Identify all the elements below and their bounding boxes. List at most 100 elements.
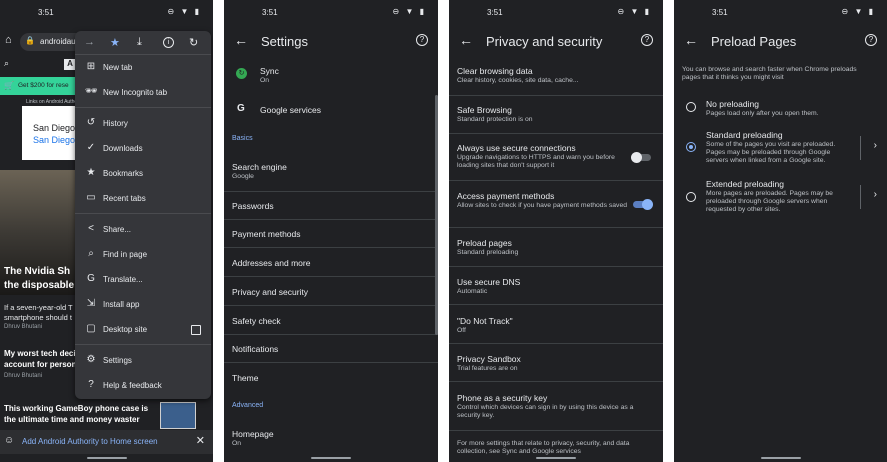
menu-item-find-in-page[interactable]: ⌕ Find in page [75, 243, 211, 267]
privacy-item-safe-browsing[interactable]: Safe Browsing Standard protection is on [449, 96, 663, 134]
page-title: Preload Pages [711, 34, 797, 49]
find-icon: ⌕ [88, 248, 94, 259]
privacy-item-secure-connections[interactable]: Always use secure connections Upgrade na… [449, 134, 663, 181]
item-title: Always use secure connections [457, 143, 576, 153]
status-bar: 3:51 ⊖ ▼ ▮ [0, 0, 213, 24]
menu-label: Find in page [103, 250, 148, 259]
headline-1b[interactable]: the disposable [4, 280, 74, 291]
menu-item-desktop-site[interactable]: ▢ Desktop site [75, 318, 211, 342]
home-icon[interactable]: ⌂ [5, 34, 12, 46]
back-arrow-icon[interactable]: ← [234, 32, 248, 48]
preload-option-extended[interactable]: Extended preloading More pages are prelo… [674, 175, 887, 219]
privacy-item-privacy-sandbox[interactable]: Privacy Sandbox Trial features are on [449, 344, 663, 382]
status-icons: ⊖ ▼ ▮ [841, 7, 875, 16]
settings-item-theme[interactable]: Theme [224, 363, 438, 393]
refresh-icon[interactable]: ↻ [189, 36, 198, 49]
page-title: Settings [261, 34, 308, 49]
item-subtitle: Standard protection is on [457, 116, 533, 123]
add-to-home-banner[interactable]: ☺ Add Android Authority to Home screen ✕ [0, 430, 213, 454]
item-subtitle: Trial features are on [457, 365, 518, 372]
option-title: Standard preloading [706, 130, 783, 140]
radio-no-preloading[interactable] [686, 102, 696, 112]
settings-item-search-engine[interactable]: Search engine Google [224, 152, 438, 192]
headline-2[interactable]: My worst tech deci [4, 349, 76, 358]
settings-item-payment-methods[interactable]: Payment methods [224, 220, 438, 248]
chevron-right-icon[interactable]: › [874, 140, 877, 151]
gesture-pill[interactable] [536, 457, 576, 459]
preload-option-none[interactable]: No preloading Pages load only after you … [674, 94, 887, 122]
back-arrow-icon[interactable]: ← [684, 32, 698, 48]
menu-item-new-tab[interactable]: ⊞ New tab [75, 56, 211, 80]
headline-3b[interactable]: the ultimate time and money waster [4, 415, 140, 424]
item-subtitle: Upgrade navigations to HTTPS and warn yo… [457, 154, 615, 169]
gesture-pill[interactable] [86, 457, 127, 459]
settings-item-notifications[interactable]: Notifications [224, 335, 438, 363]
settings-item-addresses[interactable]: Addresses and more [224, 248, 438, 277]
menu-label: History [103, 119, 128, 128]
sync-icon: ↻ [236, 68, 247, 79]
menu-item-new-incognito-tab[interactable]: 🕶 New Incognito tab [75, 81, 211, 105]
article-thumbnail[interactable] [160, 402, 196, 429]
settings-item-homepage[interactable]: Homepage On [224, 420, 438, 456]
privacy-item-phone-security-key[interactable]: Phone as a security key Control which de… [449, 382, 663, 431]
help-icon[interactable]: ? [641, 34, 653, 46]
search-icon[interactable]: ⌕ [4, 58, 9, 69]
privacy-footer-note[interactable]: For more settings that relate to privacy… [457, 440, 652, 456]
settings-item-privacy-security[interactable]: Privacy and security [224, 277, 438, 306]
preload-intro: You can browse and search faster when Ch… [682, 66, 857, 81]
bookmark-star-icon[interactable]: ★ [110, 36, 120, 49]
secure-connections-toggle[interactable] [631, 151, 651, 163]
menu-item-recent-tabs[interactable]: ▭ Recent tabs [75, 187, 211, 211]
item-title: Safe Browsing [457, 105, 512, 115]
menu-item-bookmarks[interactable]: ★ Bookmarks [75, 162, 211, 186]
scrollbar[interactable] [435, 95, 438, 335]
help-icon: ? [88, 379, 94, 390]
back-arrow-icon[interactable]: ← [459, 32, 473, 48]
ad-box[interactable]: San Diego San Diego [22, 106, 77, 160]
settings-item-safety-check[interactable]: Safety check [224, 306, 438, 335]
privacy-item-secure-dns[interactable]: Use secure DNS Automatic [449, 267, 663, 305]
info-icon[interactable]: i [163, 37, 174, 48]
status-icons: ⊖ ▼ ▮ [617, 7, 651, 16]
promo-banner[interactable]: 🛒 Get $200 for rese [0, 77, 80, 95]
privacy-item-do-not-track[interactable]: "Do Not Track" Off [449, 305, 663, 344]
settings-item-sync[interactable]: ↻ Sync On [224, 60, 438, 92]
settings-item-google-services[interactable]: G Google services [224, 95, 438, 125]
gesture-pill[interactable] [760, 457, 801, 459]
radio-standard-preloading[interactable] [686, 142, 696, 152]
gesture-pill[interactable] [311, 457, 351, 459]
radio-extended-preloading[interactable] [686, 192, 696, 202]
payment-methods-toggle[interactable] [633, 198, 653, 210]
chevron-right-icon[interactable]: › [874, 189, 877, 200]
settings-item-passwords[interactable]: Passwords [224, 192, 438, 220]
menu-item-install-app[interactable]: ⇲ Install app [75, 293, 211, 317]
menu-item-downloads[interactable]: ✓ Downloads [75, 137, 211, 161]
desktop-icon: ▢ [86, 323, 96, 334]
preload-option-standard[interactable]: Standard preloading Some of the pages yo… [674, 126, 887, 170]
forward-icon[interactable]: → [84, 36, 95, 48]
menu-item-translate[interactable]: G Translate... [75, 268, 211, 292]
download-icon[interactable]: ⤓ [137, 36, 142, 49]
desktop-site-checkbox[interactable] [191, 325, 201, 335]
privacy-item-payment-methods[interactable]: Access payment methods Allow sites to ch… [449, 181, 663, 228]
headline-2b[interactable]: account for person [4, 360, 76, 369]
headline-3[interactable]: This working GameBoy phone case is [4, 404, 148, 413]
privacy-item-clear-browsing-data[interactable]: Clear browsing data Clear history, cooki… [449, 58, 663, 96]
status-bar: 3:51 ⊖ ▼ ▮ [224, 0, 438, 24]
toggle-knob [631, 151, 642, 163]
page-title: Privacy and security [486, 34, 603, 49]
menu-item-settings[interactable]: ⚙ Settings [75, 349, 211, 373]
privacy-item-preload-pages[interactable]: Preload pages Standard preloading [449, 228, 663, 267]
item-title: Privacy and security [232, 287, 309, 297]
help-icon[interactable]: ? [416, 34, 428, 46]
item-title: Use secure DNS [457, 277, 521, 287]
headline-1[interactable]: The Nvidia Sh [4, 266, 70, 277]
help-icon[interactable]: ? [865, 34, 877, 46]
menu-item-share[interactable]: < Share... [75, 218, 211, 242]
close-icon[interactable]: ✕ [196, 434, 205, 447]
menu-label: Settings [103, 356, 132, 365]
status-bar: 3:51 ⊖ ▼ ▮ [449, 0, 663, 24]
recent-tabs-icon: ▭ [86, 192, 96, 203]
menu-item-history[interactable]: ↺ History [75, 112, 211, 136]
menu-item-help-feedback[interactable]: ? Help & feedback [75, 374, 211, 398]
